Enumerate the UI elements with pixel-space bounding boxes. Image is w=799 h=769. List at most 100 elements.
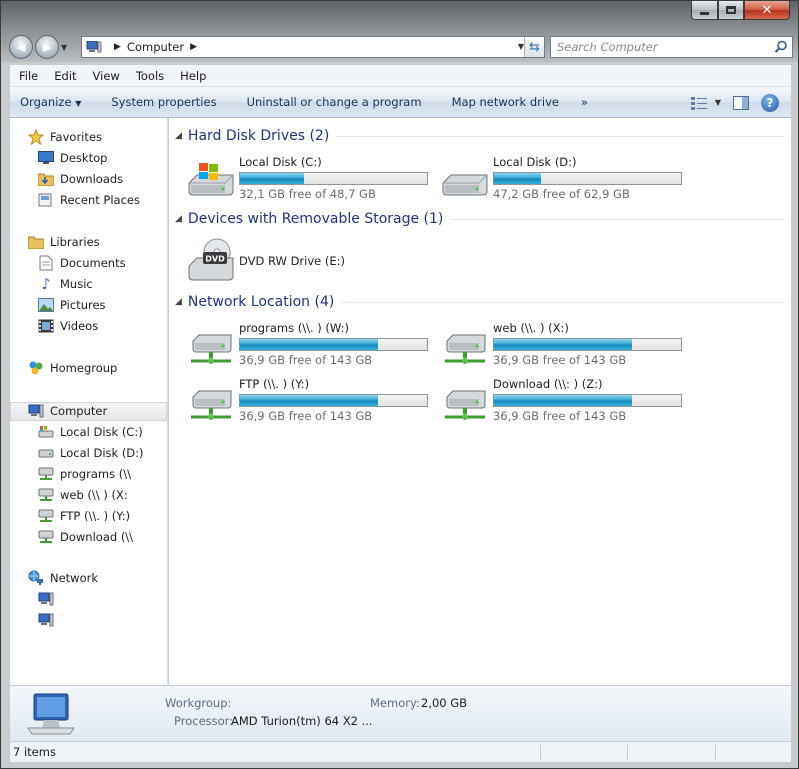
drive-item-local-disk-c[interactable]: Local Disk (C:) 32,1 GB free of 48,7 GB — [187, 155, 437, 201]
drive-item-local-disk-d[interactable]: Local Disk (D:) 47,2 GB free of 62,9 GB — [441, 155, 691, 201]
sidebar-item-pictures[interactable]: Pictures — [38, 295, 106, 315]
network-drive-icon — [38, 487, 54, 503]
breadcrumb-arrow-icon[interactable]: ▶ — [114, 42, 121, 52]
sidebar-libraries-label: Libraries — [50, 235, 100, 249]
sidebar-item-local-disk-c[interactable]: Local Disk (C:) — [38, 422, 143, 442]
sidebar-item-documents[interactable]: Documents — [38, 253, 126, 273]
sidebar-item-network-computer[interactable] — [38, 589, 60, 609]
sidebar-item-label: Recent Places — [60, 193, 140, 207]
content-pane: ◢ Hard Disk Drives (2) Local Disk (C:) 3… — [169, 118, 791, 685]
sidebar-favorites[interactable]: Favorites — [28, 127, 102, 147]
capacity-bar — [239, 394, 428, 407]
sidebar-item-desktop[interactable]: Desktop — [38, 148, 107, 168]
details-pane: Workgroup: Memory: 2,00 GB Processor: AM… — [10, 685, 791, 741]
sidebar-item-label: Local Disk (D:) — [60, 446, 144, 460]
capacity-fill — [240, 395, 379, 406]
map-network-drive-button[interactable]: Map network drive — [452, 95, 559, 109]
sidebar-item-web[interactable]: web (\\ ) (X: — [38, 485, 128, 505]
desktop-icon — [38, 150, 54, 166]
change-view-button[interactable]: ▼ — [690, 96, 721, 110]
maximize-button[interactable] — [718, 1, 744, 20]
pictures-icon — [38, 297, 54, 313]
menu-edit[interactable]: Edit — [54, 69, 76, 83]
sidebar-network-label: Network — [50, 571, 99, 585]
sidebar-computer[interactable]: Computer — [28, 401, 107, 421]
group-header-removable-storage[interactable]: ◢ Devices with Removable Storage (1) — [175, 210, 785, 228]
menu-tools[interactable]: Tools — [136, 69, 164, 83]
star-icon — [28, 129, 44, 145]
item-count: 7 items — [13, 745, 56, 759]
sidebar-homegroup[interactable]: Homegroup — [28, 358, 117, 378]
refresh-button[interactable]: ⇆ — [524, 37, 544, 57]
minimize-button[interactable] — [691, 1, 718, 20]
recent-places-icon — [38, 192, 54, 208]
network-drive-item-web[interactable]: web (\\. ) (X:) 36,9 GB free of 143 GB — [441, 321, 691, 367]
sidebar-item-local-disk-d[interactable]: Local Disk (D:) — [38, 443, 144, 463]
network-drive-item-download[interactable]: Download (\\: ) (Z:) 36,9 GB free of 143… — [441, 377, 691, 423]
sidebar-item-network-computer[interactable] — [38, 610, 60, 630]
search-box[interactable]: Search Computer — [550, 36, 793, 58]
memory-label: Memory: — [370, 696, 420, 710]
sidebar-item-recent-places[interactable]: Recent Places — [38, 190, 140, 210]
close-button[interactable]: ✕ — [744, 1, 790, 20]
group-title: Hard Disk Drives (2) — [187, 128, 330, 144]
explorer-window: ✕ ◀ ▶ ▼ ▶ Computer ▶ ▼ ⇆ Search Computer… — [0, 0, 799, 769]
sidebar-item-programs[interactable]: programs (\\ — [38, 464, 131, 484]
free-space-text: 36,9 GB free of 143 GB — [493, 409, 627, 423]
breadcrumb-arrow-icon[interactable]: ▶ — [190, 42, 197, 52]
free-space-text: 36,9 GB free of 143 GB — [239, 409, 373, 423]
collapse-triangle-icon[interactable]: ◢ — [175, 131, 182, 141]
organize-button[interactable]: Organize ▼ — [20, 95, 81, 109]
hard-drive-icon — [38, 445, 54, 461]
sidebar-item-label: Music — [60, 277, 93, 291]
group-divider — [451, 218, 785, 220]
capacity-bar — [239, 338, 428, 351]
status-divider — [540, 745, 541, 760]
recent-pages-dropdown[interactable]: ▼ — [61, 43, 73, 52]
uninstall-program-button[interactable]: Uninstall or change a program — [247, 95, 422, 109]
network-drive-icon — [445, 390, 486, 420]
search-icon[interactable] — [774, 40, 788, 54]
sidebar-libraries[interactable]: Libraries — [28, 232, 100, 252]
sidebar-network[interactable]: Network — [28, 568, 98, 588]
sidebar-item-videos[interactable]: Videos — [38, 316, 98, 336]
group-header-hard-disk-drives[interactable]: ◢ Hard Disk Drives (2) — [175, 127, 785, 145]
system-drive-icon — [188, 163, 234, 196]
sidebar-item-label: FTP (\\. ) (Y:) — [60, 509, 131, 523]
menu-bar: File Edit View Tools Help — [10, 65, 791, 87]
help-icon[interactable]: ? — [761, 93, 779, 112]
navigation-bar: ◀ ▶ ▼ ▶ Computer ▶ ▼ ⇆ Search Computer — [9, 34, 793, 60]
group-divider — [337, 135, 785, 137]
network-drive-item-ftp[interactable]: FTP (\\. ) (Y:) 36,9 GB free of 143 GB — [187, 377, 437, 423]
sidebar-item-download[interactable]: Download (\\ — [38, 527, 133, 547]
network-drive-icon — [191, 390, 232, 420]
back-button[interactable]: ◀ — [9, 35, 33, 59]
sidebar-item-label: Download (\\ — [60, 530, 134, 544]
sidebar-item-downloads[interactable]: Downloads — [38, 169, 123, 189]
menu-help[interactable]: Help — [180, 69, 206, 83]
sidebar-item-label: Desktop — [60, 151, 108, 165]
sidebar-item-label: Documents — [60, 256, 126, 270]
sidebar-item-music[interactable]: ♪ Music — [38, 274, 93, 294]
forward-button[interactable]: ▶ — [35, 35, 59, 59]
free-space-text: 47,2 GB free of 62,9 GB — [493, 187, 630, 201]
collapse-triangle-icon[interactable]: ◢ — [175, 214, 182, 224]
address-bar[interactable]: ▶ Computer ▶ ▼ ⇆ — [81, 36, 545, 58]
menu-view[interactable]: View — [93, 69, 120, 83]
system-properties-button[interactable]: System properties — [111, 95, 216, 109]
back-arrow-icon: ◀ — [16, 40, 26, 54]
group-header-network-location[interactable]: ◢ Network Location (4) — [175, 293, 785, 311]
drive-item-dvd-rw[interactable]: DVD DVD RW Drive (E:) — [187, 238, 437, 282]
breadcrumb-computer[interactable]: Computer — [127, 40, 184, 54]
capacity-bar — [239, 172, 428, 185]
sidebar-item-ftp[interactable]: FTP (\\. ) (Y:) — [38, 506, 130, 526]
preview-pane-icon[interactable] — [733, 95, 749, 110]
network-drive-item-programs[interactable]: programs (\\. ) (W:) 36,9 GB free of 143… — [187, 321, 437, 367]
menu-file[interactable]: File — [19, 69, 38, 83]
group-title: Network Location (4) — [187, 294, 335, 310]
drive-name: DVD RW Drive (E:) — [239, 254, 346, 268]
collapse-triangle-icon[interactable]: ◢ — [175, 297, 182, 307]
search-input[interactable]: Search Computer — [557, 40, 658, 54]
more-commands-button[interactable]: » — [581, 95, 588, 109]
drive-name: Local Disk (C:) — [239, 155, 322, 169]
